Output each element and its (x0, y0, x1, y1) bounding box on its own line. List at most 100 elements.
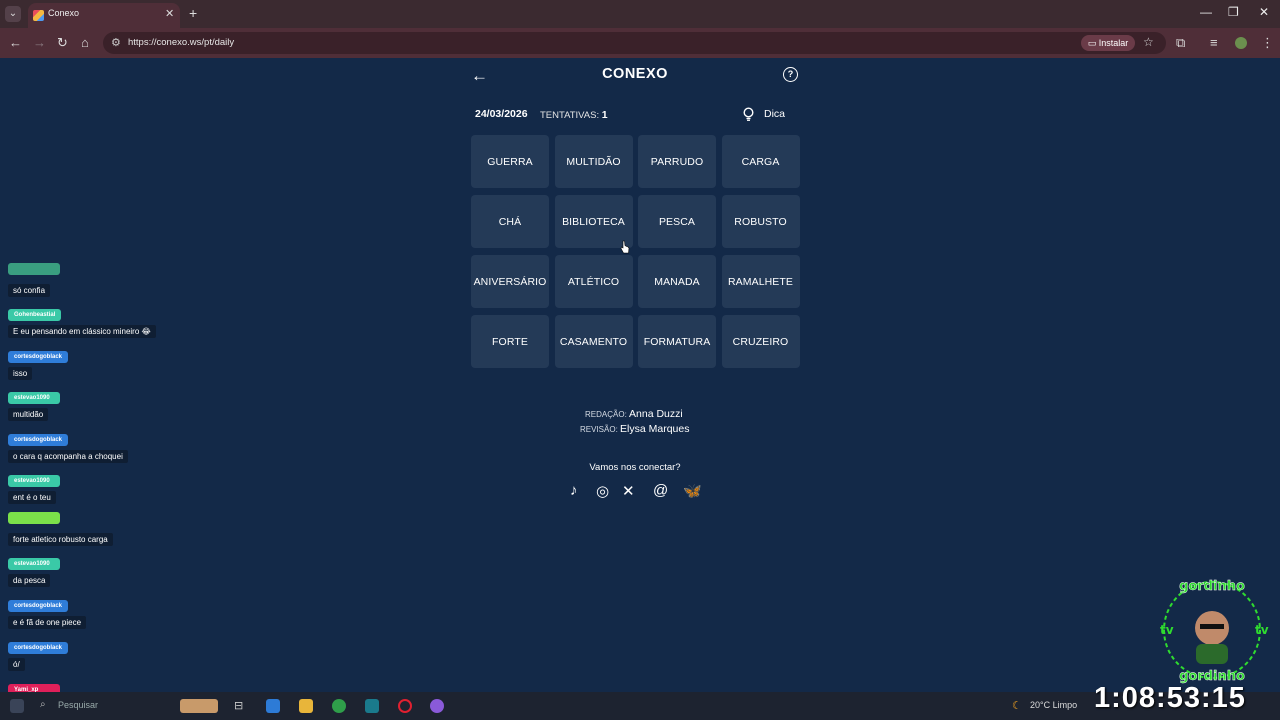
chat-message: forte atletico robusto carga (8, 511, 113, 547)
chat-username: cortesdogoblack (8, 434, 69, 446)
x-icon[interactable]: ✕ (622, 482, 635, 500)
minimize-button[interactable]: — (1200, 5, 1212, 19)
instagram-icon[interactable]: ◎ (596, 482, 609, 500)
browser-tab[interactable]: Conexo ✕ (28, 3, 180, 28)
threads-icon[interactable]: @ (653, 482, 668, 499)
attempts-label: TENTATIVAS: (540, 110, 600, 121)
media-control-icon[interactable]: ≡ (1210, 35, 1218, 50)
credit-editor: REDAÇÃO: Anna Duzzi (585, 408, 683, 420)
word-tile[interactable]: CRUZEIRO (721, 315, 800, 368)
word-tile[interactable]: RAMALHETE (721, 255, 800, 308)
menu-kebab-icon[interactable]: ⋮ (1261, 35, 1274, 51)
word-tile[interactable]: PARRUDO (638, 135, 716, 188)
review-name: Elysa Marques (620, 423, 690, 435)
chat-text: E eu pensando em clássico mineiro 😂 (8, 325, 156, 338)
tab-search-button[interactable]: ⌄ (5, 6, 21, 22)
credit-review: REVISÃO: Elysa Marques (580, 423, 689, 435)
attempts-counter: TENTATIVAS: 1 (540, 109, 608, 121)
forward-icon[interactable]: → (33, 35, 46, 50)
chat-username: Gohenbeastial (8, 309, 62, 321)
extensions-icon[interactable]: ⧉ (1176, 35, 1185, 51)
word-tile[interactable]: ROBUSTO (721, 195, 800, 248)
address-bar[interactable]: ⚙ https://conexo.ws/pt/daily ▭ Instalar … (103, 32, 1166, 54)
review-label: REVISÃO: (580, 425, 618, 434)
chat-text: e é fã de one piece (8, 616, 87, 629)
browser-toolbar: ← → ↻ ⌂ ⚙ https://conexo.ws/pt/daily ▭ I… (0, 28, 1280, 58)
chat-message: cortesdogoblack isso (8, 345, 69, 381)
help-icon[interactable]: ? (783, 67, 798, 82)
lightbulb-icon[interactable] (742, 107, 755, 121)
chat-message: estevao1090 multidão (8, 386, 60, 422)
chat-text: ó/ (8, 658, 25, 671)
editor-name: Anna Duzzi (629, 408, 683, 420)
weather-text[interactable]: 20°C Limpo (1030, 700, 1077, 710)
word-tile[interactable]: FORTE (471, 315, 549, 368)
word-tile[interactable]: CARGA (721, 135, 800, 188)
stream-timer: 1:08:53:15 (1094, 682, 1246, 714)
new-tab-button[interactable]: + (189, 5, 197, 21)
chat-username: cortesdogoblack (8, 351, 69, 363)
streamer-logo: gordinho gordinho tv tv (1160, 579, 1269, 684)
svg-text:tv: tv (1160, 623, 1174, 637)
install-button[interactable]: ▭ Instalar (1081, 35, 1135, 51)
taskbar-search-input[interactable]: Pesquisar (58, 700, 98, 710)
close-tab-icon[interactable]: ✕ (165, 7, 174, 20)
word-tile[interactable]: GUERRA (471, 135, 549, 188)
file-explorer-icon[interactable] (299, 699, 313, 713)
chat-text: só confia (8, 284, 51, 297)
search-icon[interactable]: ⌕ (40, 699, 54, 713)
weather-icon: ☾ (1012, 700, 1022, 712)
chat-message: estevao1090 ent é o teu (8, 469, 60, 505)
chat-message: cortesdogoblack ó/ (8, 636, 69, 672)
chat-message: cortesdogoblack o cara q acompanha a choq… (8, 428, 128, 464)
chrome-icon[interactable] (332, 699, 346, 713)
chat-text: multidão (8, 408, 49, 421)
word-tile[interactable]: CHÁ (471, 195, 549, 248)
start-icon[interactable] (10, 699, 24, 713)
chat-text: da pesca (8, 574, 51, 587)
windows-taskbar: ⌕ Pesquisar ⊟ ☾ 20°C Limpo (0, 692, 1280, 720)
word-tile[interactable]: CASAMENTO (554, 315, 633, 368)
site-info-icon[interactable]: ⚙ (111, 36, 121, 49)
back-icon[interactable]: ← (9, 35, 22, 50)
browser-tab-bar: ⌄ Conexo ✕ + — ❐ ✕ (0, 0, 1280, 28)
reload-icon[interactable]: ↻ (57, 35, 68, 51)
word-tile[interactable]: MANADA (638, 255, 716, 308)
hint-button[interactable]: Dica (764, 108, 785, 120)
task-view-icon[interactable]: ⊟ (234, 699, 248, 713)
bookmark-star-icon[interactable]: ☆ (1143, 35, 1154, 49)
word-tile[interactable]: PESCA (638, 195, 716, 248)
back-arrow-icon[interactable]: ← (471, 66, 488, 86)
discord-icon[interactable] (430, 699, 444, 713)
restore-button[interactable]: ❐ (1228, 5, 1239, 19)
chat-username: cortesdogoblack (8, 600, 69, 612)
word-grid: GUERRA MULTIDÃO PARRUDO CARGA CHÁ BIBLIOTECA P… (471, 135, 801, 369)
chat-text: o cara q acompanha a choquei (8, 450, 128, 463)
close-window-button[interactable]: ✕ (1259, 5, 1269, 19)
svg-text:gordinho: gordinho (1179, 579, 1245, 594)
url-text[interactable]: https://conexo.ws/pt/daily (128, 37, 234, 48)
bluesky-icon[interactable]: 🦋 (683, 482, 702, 500)
install-label: Instalar (1098, 38, 1129, 48)
install-icon: ▭ (1087, 38, 1099, 48)
page-title: CONEXO (602, 66, 668, 82)
word-tile[interactable]: ANIVERSÁRIO (471, 255, 549, 308)
chat-username (8, 263, 60, 275)
tiktok-icon[interactable]: ♪ (570, 482, 578, 499)
chat-message: estevao1090 da pesca (8, 552, 60, 588)
word-tile[interactable]: MULTIDÃO (554, 135, 633, 188)
profile-avatar[interactable] (1235, 37, 1247, 49)
chat-text: isso (8, 367, 33, 380)
game-date: 24/03/2026 (475, 108, 528, 120)
chat-message: cortesdogoblack e é fã de one piece (8, 594, 87, 630)
chat-username (8, 512, 60, 524)
chat-username: estevao1090 (8, 475, 60, 487)
word-tile[interactable]: ATLÉTICO (554, 255, 633, 308)
word-tile[interactable]: FORMATURA (638, 315, 716, 368)
search-highlight-icon (180, 699, 218, 713)
chat-username: estevao1090 (8, 392, 60, 404)
home-icon[interactable]: ⌂ (81, 35, 89, 50)
opera-icon[interactable] (398, 699, 412, 713)
streaming-app-icon[interactable] (365, 699, 379, 713)
store-icon[interactable] (266, 699, 280, 713)
